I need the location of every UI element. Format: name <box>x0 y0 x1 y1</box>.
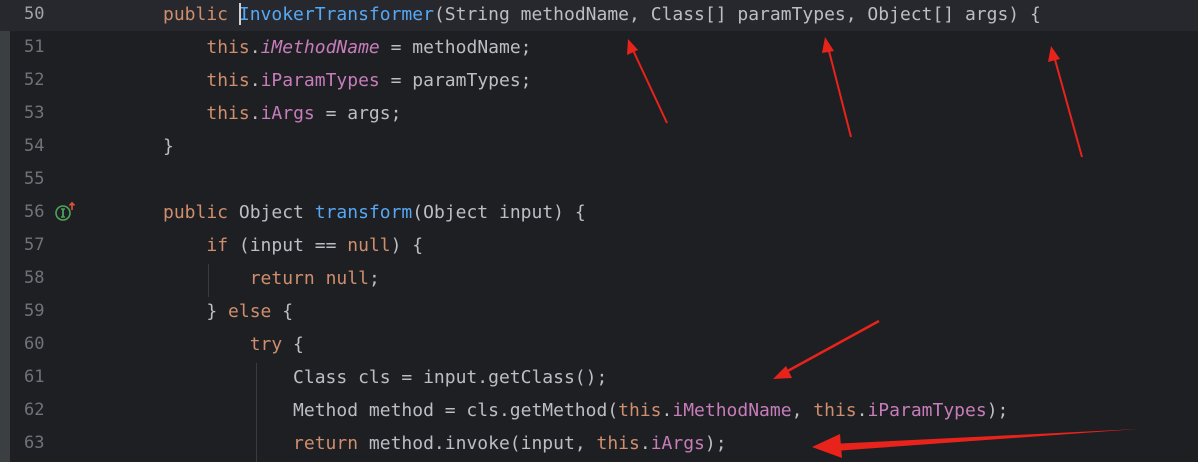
red-arrow <box>812 429 1138 458</box>
red-arrow <box>773 319 880 379</box>
red-arrow <box>1048 46 1083 158</box>
annotation-arrows <box>627 37 1138 458</box>
red-arrow <box>627 39 668 124</box>
red-arrow <box>822 37 852 138</box>
